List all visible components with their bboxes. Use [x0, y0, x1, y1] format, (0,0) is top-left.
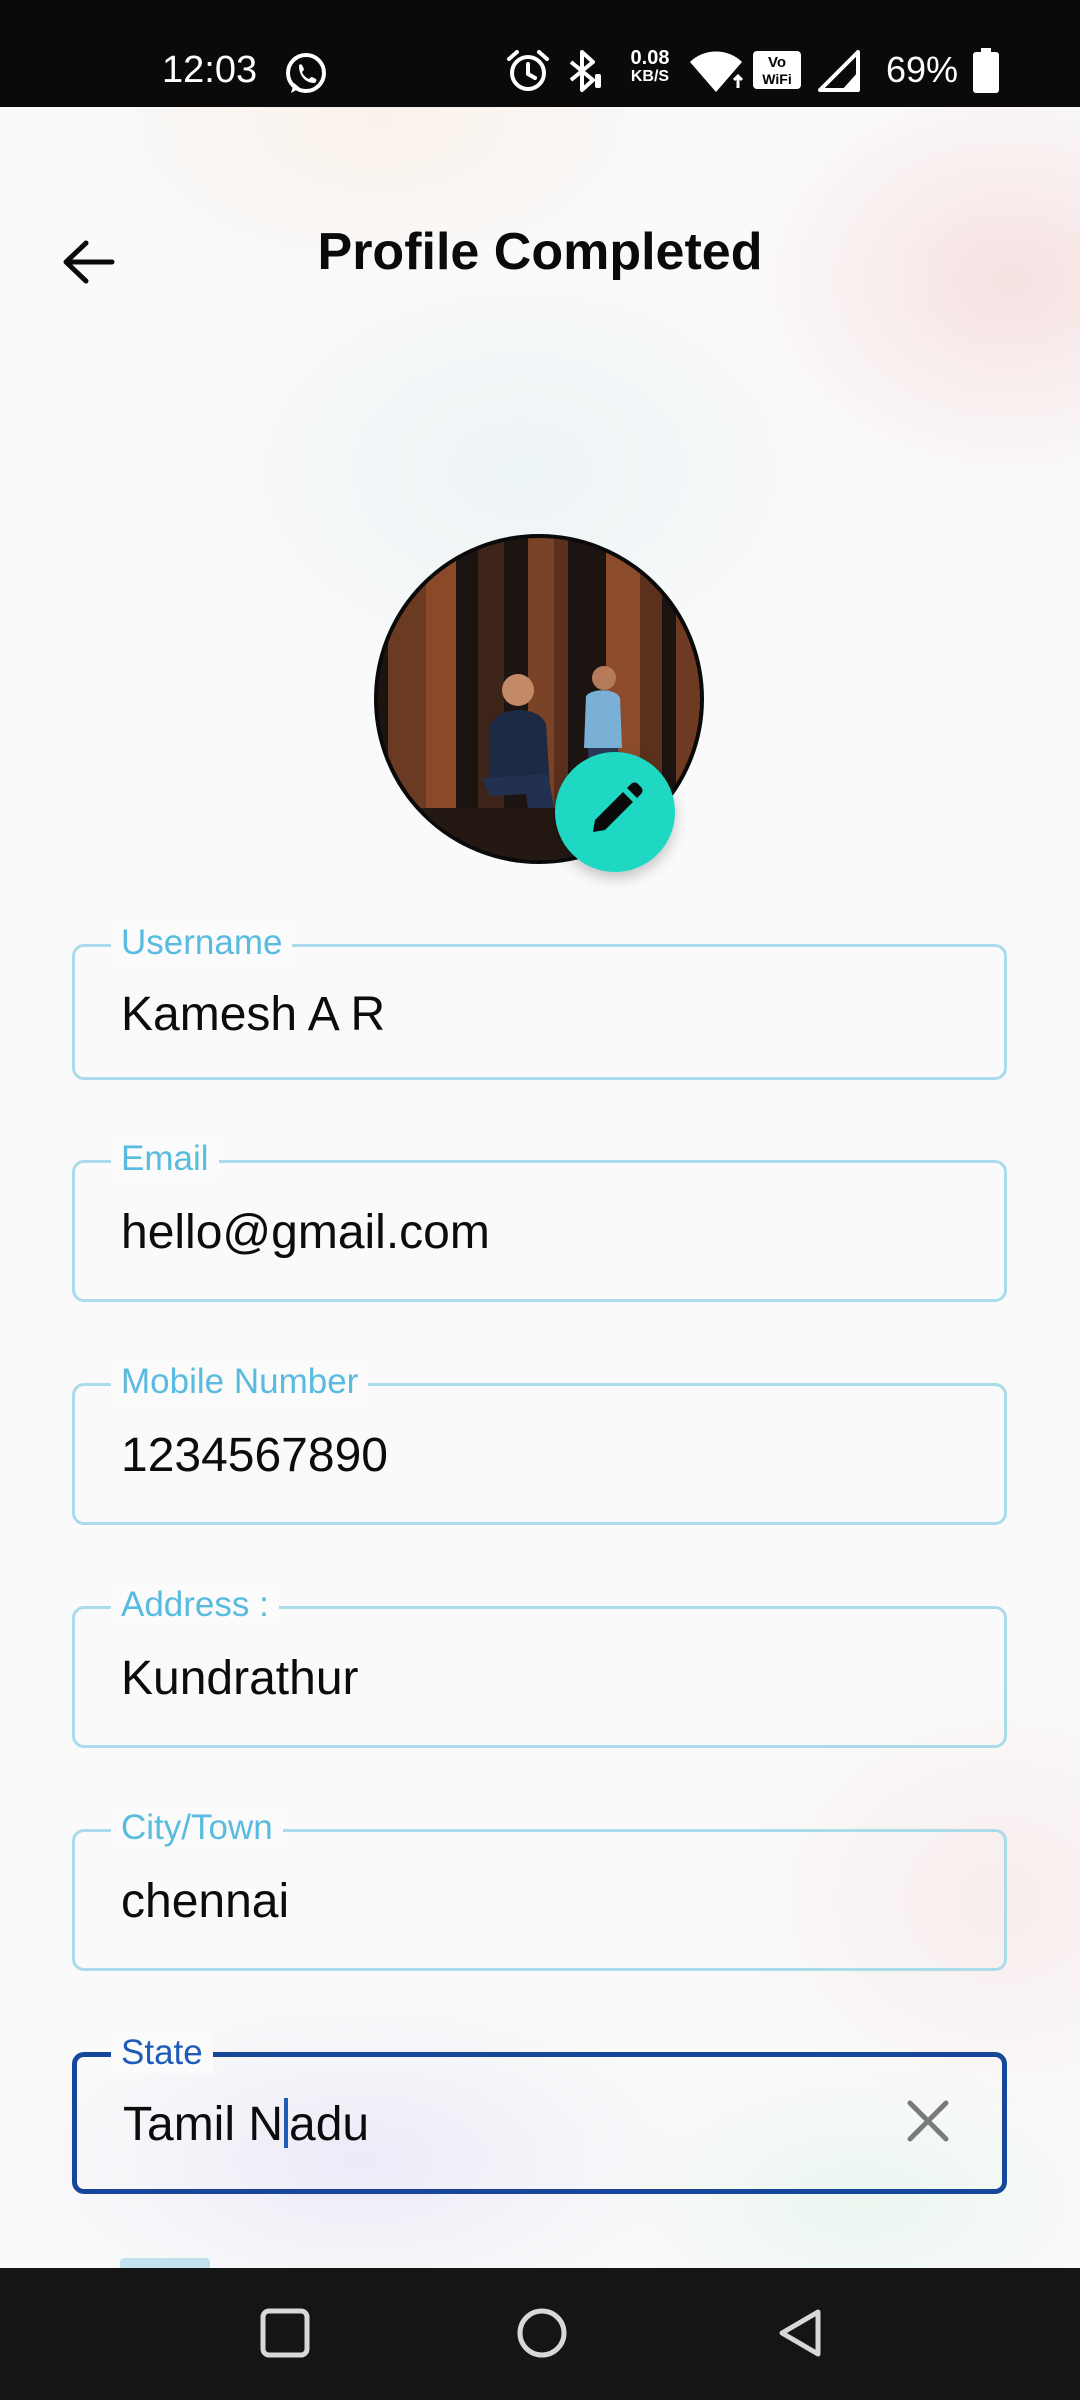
status-time: 12:03: [162, 49, 258, 91]
city-town-field[interactable]: City/Town chennai: [72, 1808, 1007, 1971]
network-speed-unit: KB/S: [630, 68, 670, 85]
battery-percent: 69%: [886, 49, 959, 90]
address-field[interactable]: Address : Kundrathur: [72, 1585, 1007, 1748]
mobile-number-field[interactable]: Mobile Number 1234567890: [72, 1362, 1007, 1525]
pencil-icon: [585, 780, 645, 845]
alarm-icon: [505, 48, 551, 99]
status-bar: 12:03 0.08 KB/S Vo WiFi 69%: [0, 0, 1080, 107]
email-label: Email: [111, 1139, 219, 1179]
wifi-icon: [688, 50, 744, 99]
email-field[interactable]: Email hello@gmail.com: [72, 1139, 1007, 1302]
battery-icon: [972, 48, 1000, 99]
clear-state-button[interactable]: [898, 2093, 958, 2153]
state-field[interactable]: State Tamil Nadu: [72, 2033, 1007, 2194]
page-title: Profile Completed: [317, 223, 763, 281]
vowifi-top-text: Vo: [768, 54, 786, 71]
city-town-value: chennai: [121, 1875, 290, 1928]
state-value: Tamil Nadu: [123, 2097, 369, 2153]
recents-button[interactable]: [240, 2290, 330, 2380]
system-back-button[interactable]: [756, 2290, 846, 2380]
address-value: Kundrathur: [121, 1652, 359, 1705]
mobile-number-label: Mobile Number: [111, 1362, 369, 1402]
recents-square-icon: [259, 2307, 311, 2364]
username-field[interactable]: Username Kamesh A R: [72, 923, 1007, 1080]
bluetooth-icon: [563, 48, 605, 99]
back-triangle-icon: [774, 2306, 828, 2365]
state-label: State: [111, 2033, 213, 2073]
email-value: hello@gmail.com: [121, 1206, 490, 1259]
mobile-number-value: 1234567890: [121, 1429, 388, 1482]
vowifi-bottom-text: WiFi: [762, 71, 791, 87]
state-value-after-cursor: adu: [289, 2098, 370, 2151]
edit-avatar-button[interactable]: [555, 752, 675, 872]
home-button[interactable]: [497, 2290, 587, 2380]
system-nav-bar: [0, 2268, 1080, 2400]
close-icon: [904, 2097, 952, 2150]
address-label: Address :: [111, 1585, 279, 1625]
vowifi-icon: Vo WiFi: [752, 50, 802, 95]
network-speed: 0.08 KB/S: [622, 48, 678, 86]
state-value-before-cursor: Tamil N: [123, 2098, 284, 2151]
home-circle-icon: [515, 2306, 569, 2365]
signal-icon: [818, 50, 862, 97]
network-speed-value: 0.08: [630, 47, 670, 69]
text-cursor: [284, 2098, 289, 2148]
username-label: Username: [111, 923, 293, 963]
city-town-label: City/Town: [111, 1808, 283, 1848]
whatsapp-icon: [282, 50, 330, 103]
username-value: Kamesh A R: [121, 988, 386, 1041]
